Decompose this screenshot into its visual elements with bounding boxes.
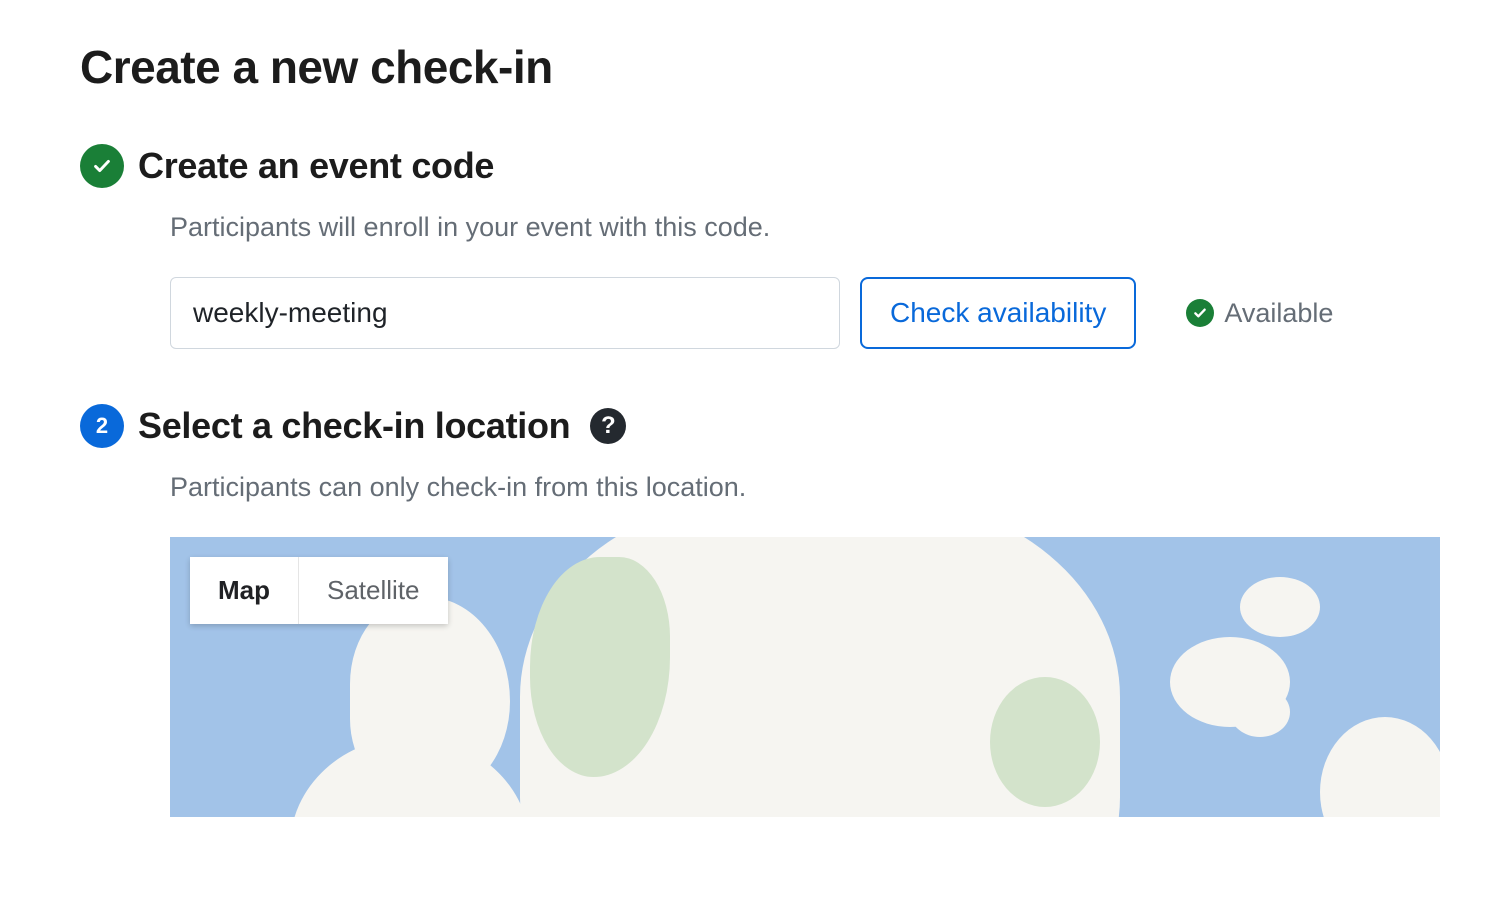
map-tab-satellite[interactable]: Satellite — [299, 557, 448, 624]
map-landmass — [1230, 687, 1290, 737]
check-availability-button[interactable]: Check availability — [860, 277, 1136, 349]
step-title: Select a check-in location — [138, 405, 570, 447]
step-body: Participants will enroll in your event w… — [80, 212, 1424, 349]
step-location: 2 Select a check-in location ? Participa… — [80, 404, 1424, 817]
step-title: Create an event code — [138, 145, 494, 187]
status-label: Available — [1224, 298, 1333, 329]
map-landmass — [990, 677, 1100, 807]
step-header: 2 Select a check-in location ? — [80, 404, 1424, 448]
event-code-input[interactable] — [170, 277, 840, 349]
map-widget[interactable]: Map Satellite — [170, 537, 1440, 817]
event-code-row: Check availability Available — [170, 277, 1424, 349]
step-header: Create an event code — [80, 144, 1424, 188]
step-event-code: Create an event code Participants will e… — [80, 144, 1424, 349]
help-icon[interactable]: ? — [590, 408, 626, 444]
step-body: Participants can only check-in from this… — [80, 472, 1424, 817]
map-tabs: Map Satellite — [190, 557, 448, 624]
step-description: Participants can only check-in from this… — [170, 472, 1424, 503]
availability-status: Available — [1186, 298, 1333, 329]
checkmark-icon — [91, 155, 113, 177]
page-title: Create a new check-in — [80, 40, 1424, 94]
step-complete-icon — [80, 144, 124, 188]
map-landmass — [1320, 717, 1440, 817]
step-number-badge: 2 — [80, 404, 124, 448]
step-description: Participants will enroll in your event w… — [170, 212, 1424, 243]
checkmark-icon — [1192, 305, 1208, 321]
map-tab-map[interactable]: Map — [190, 557, 299, 624]
success-icon — [1186, 299, 1214, 327]
map-landmass — [1240, 577, 1320, 637]
